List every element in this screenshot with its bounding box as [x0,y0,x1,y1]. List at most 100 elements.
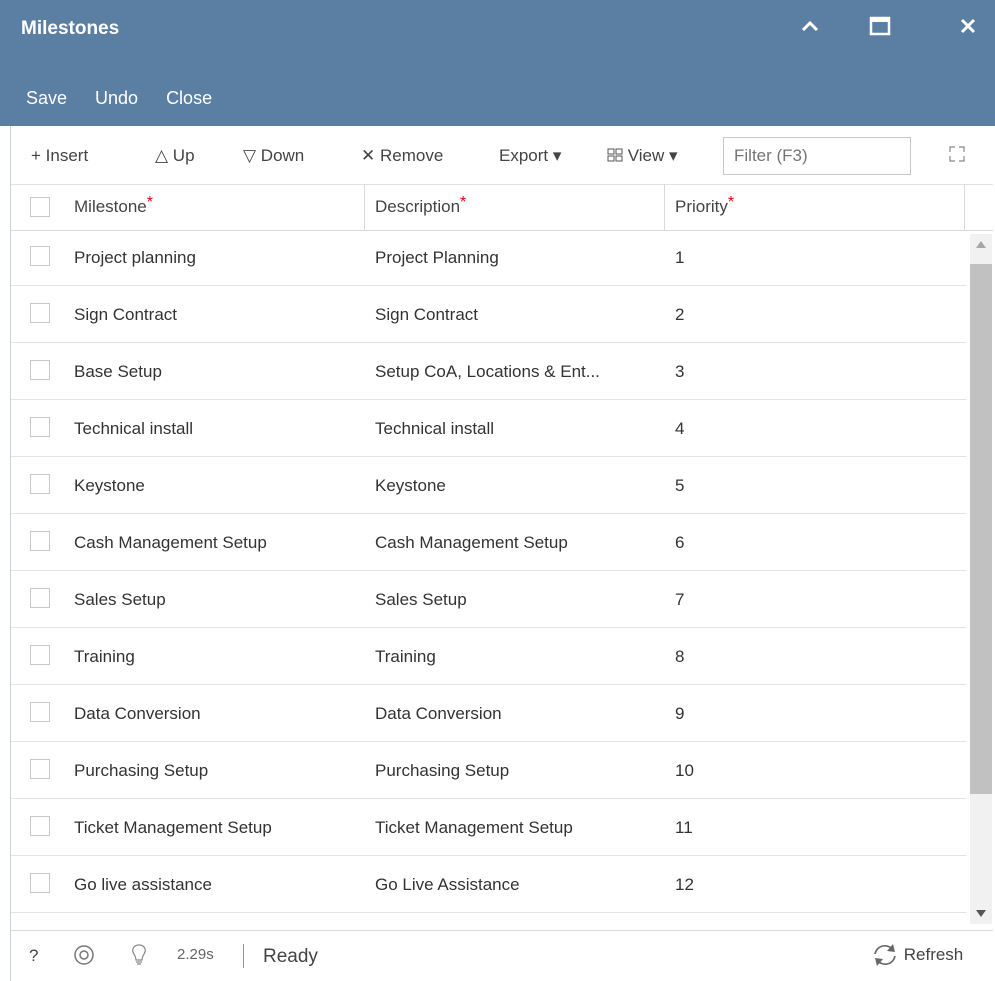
grid-body: Project planning Project Planning 1 Sign Co… [11,230,966,924]
up-button[interactable]: △ Up [155,146,195,166]
view-button[interactable]: View ▾ [607,146,678,166]
cell-description[interactable]: Project Planning [375,230,665,286]
table-row[interactable]: Sales Setup Sales Setup 7 [11,572,966,628]
cell-description[interactable]: Data Conversion [375,686,665,742]
table-row[interactable]: Go live assistance Go Live Assistance 12 [11,857,966,913]
table-row[interactable]: Project planning Project Planning 1 [11,230,966,286]
row-checkbox[interactable] [30,474,50,494]
down-button[interactable]: ▽ Down [243,146,304,166]
view-label: View ▾ [627,146,678,165]
cell-description[interactable]: Keystone [375,458,665,514]
cell-milestone[interactable]: Project planning [74,230,359,286]
cell-description[interactable]: Technical install [375,401,665,457]
cell-priority[interactable]: 4 [675,401,955,457]
cell-description[interactable]: Cash Management Setup [375,515,665,571]
row-checkbox[interactable] [30,246,50,266]
cell-milestone[interactable]: Sign Contract [74,287,359,343]
row-checkbox[interactable] [30,645,50,665]
row-checkbox[interactable] [30,702,50,722]
cell-description[interactable]: Purchasing Setup [375,743,665,799]
column-header-milestone[interactable]: Milestone* [64,184,365,230]
row-checkbox[interactable] [30,303,50,323]
milestones-window: Milestones Save Undo Close + Insert △ Up… [0,0,995,981]
cell-priority[interactable]: 11 [675,800,955,856]
cell-priority[interactable]: 8 [675,629,955,685]
export-button[interactable]: Export ▾ [499,146,561,166]
cell-priority[interactable]: 7 [675,572,955,628]
cell-priority[interactable]: 3 [675,344,955,400]
cell-description[interactable]: Training [375,629,665,685]
cell-milestone[interactable]: Purchasing Setup [74,743,359,799]
table-row-partial [11,914,966,924]
cell-milestone[interactable]: Cash Management Setup [74,515,359,571]
maximize-icon[interactable] [860,8,900,44]
row-checkbox[interactable] [30,588,50,608]
close-button[interactable]: Close [166,88,212,109]
help-icon[interactable]: ? [29,946,38,966]
cell-milestone[interactable]: Ticket Management Setup [74,800,359,856]
cell-milestone[interactable]: Base Setup [74,344,359,400]
column-header-description[interactable]: Description* [365,184,665,230]
vertical-scrollbar[interactable] [970,234,992,924]
grid-view-icon [607,148,623,162]
support-icon[interactable] [73,944,95,971]
row-checkbox[interactable] [30,873,50,893]
insert-button[interactable]: + Insert [31,146,88,166]
remove-button[interactable]: ✕ Remove [361,146,443,166]
row-checkbox[interactable] [30,417,50,437]
filter-input[interactable] [723,137,911,175]
cell-milestone[interactable]: Sales Setup [74,572,359,628]
cell-description[interactable]: Setup CoA, Locations & Ent... [375,344,665,400]
cell-milestone[interactable]: Data Conversion [74,686,359,742]
grid-panel: + Insert △ Up ▽ Down ✕ Remove Export ▾ V… [10,126,993,981]
table-row[interactable]: Purchasing Setup Purchasing Setup 10 [11,743,966,799]
cell-milestone[interactable]: Technical install [74,401,359,457]
refresh-button[interactable]: Refresh [871,942,963,968]
grid-toolbar: + Insert △ Up ▽ Down ✕ Remove Export ▾ V… [11,126,993,185]
refresh-icon [874,944,896,966]
cell-priority[interactable]: 10 [675,743,955,799]
status-text: Ready [263,946,318,967]
cell-priority[interactable]: 2 [675,287,955,343]
table-row[interactable]: Cash Management Setup Cash Management Set… [11,515,966,571]
cell-description[interactable]: Ticket Management Setup [375,800,665,856]
undo-button[interactable]: Undo [95,88,138,109]
status-divider [243,944,244,968]
window-title: Milestones [21,18,120,39]
table-row[interactable]: Keystone Keystone 5 [11,458,966,514]
cell-description[interactable]: Sign Contract [375,287,665,343]
table-row[interactable]: Technical install Technical install 4 [11,401,966,457]
cell-priority[interactable]: 12 [675,857,955,913]
save-button[interactable]: Save [26,88,67,109]
column-header-priority[interactable]: Priority* [665,184,965,230]
row-checkbox[interactable] [30,360,50,380]
cell-priority[interactable]: 9 [675,686,955,742]
row-checkbox[interactable] [30,816,50,836]
expand-icon[interactable] [949,146,965,167]
cell-milestone[interactable]: Keystone [74,458,359,514]
scrollbar-thumb[interactable] [970,264,992,794]
close-icon[interactable] [948,8,988,44]
refresh-label: Refresh [903,945,964,964]
cell-milestone[interactable]: Training [74,629,359,685]
cell-description[interactable]: Go Live Assistance [375,857,665,913]
table-row[interactable]: Base Setup Setup CoA, Locations & Ent... 3 [11,344,966,400]
table-row[interactable]: Data Conversion Data Conversion 9 [11,686,966,742]
cell-priority[interactable]: 6 [675,515,955,571]
row-checkbox[interactable] [30,759,50,779]
lightbulb-icon[interactable] [131,943,147,972]
table-row[interactable]: Sign Contract Sign Contract 2 [11,287,966,343]
status-bar: ? 2.29s Ready Refresh [11,930,993,981]
grid-header: Milestone* Description* Priority* [11,184,993,231]
row-checkbox[interactable] [30,531,50,551]
collapse-icon[interactable] [790,8,830,44]
cell-priority[interactable]: 5 [675,458,955,514]
select-all-checkbox[interactable] [30,197,50,217]
cell-description[interactable]: Sales Setup [375,572,665,628]
cell-milestone[interactable]: Go live assistance [74,857,359,913]
timing-text: 2.29s [177,946,214,963]
table-row[interactable]: Training Training 8 [11,629,966,685]
cell-priority[interactable]: 1 [675,230,955,286]
table-row[interactable]: Ticket Management Setup Ticket Management… [11,800,966,856]
menu-bar: Save Undo Close [26,88,240,109]
